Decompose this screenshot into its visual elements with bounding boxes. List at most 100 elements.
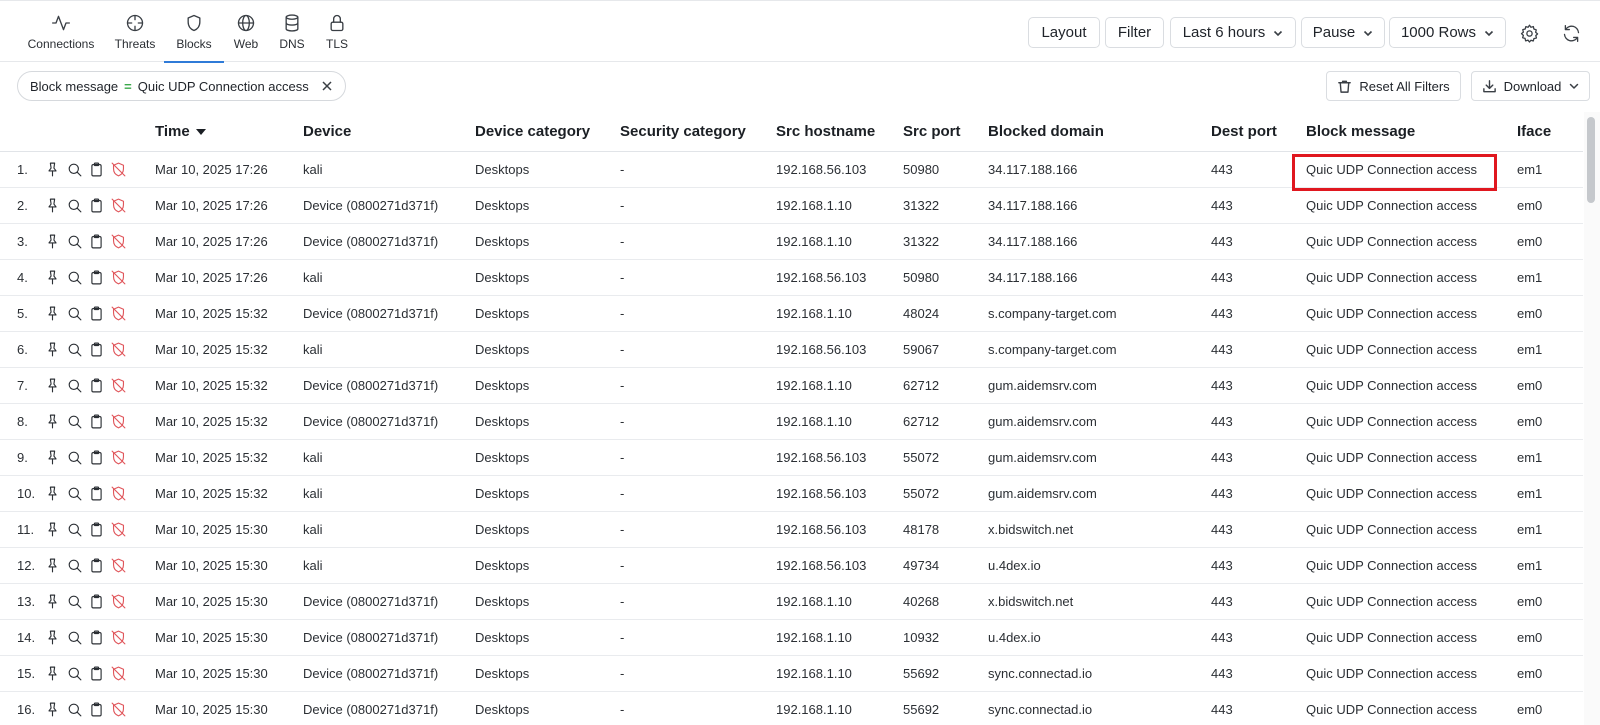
inspect-row-button[interactable] <box>66 341 83 358</box>
filter-button[interactable]: Filter <box>1105 17 1164 48</box>
table-row[interactable]: 15. Mar 10, 2025 15:30 Device (0800271d371… <box>0 656 1583 692</box>
settings-button[interactable] <box>1515 19 1543 47</box>
copy-row-button[interactable] <box>88 161 105 178</box>
column-header-device[interactable]: Device <box>303 112 351 151</box>
table-row[interactable]: 1. Mar 10, 2025 17:26 kali Desktops - 192.168… <box>0 152 1583 188</box>
copy-row-button[interactable] <box>88 593 105 610</box>
copy-row-button[interactable] <box>88 521 105 538</box>
copy-row-button[interactable] <box>88 557 105 574</box>
column-header-blocked-domain[interactable]: Blocked domain <box>988 112 1104 151</box>
pin-row-button[interactable] <box>44 665 61 682</box>
column-header-src-port[interactable]: Src port <box>903 112 961 151</box>
copy-row-button[interactable] <box>88 701 105 718</box>
unblock-row-button[interactable] <box>110 449 127 466</box>
download-button[interactable]: Download <box>1471 71 1590 101</box>
table-row[interactable]: 7. Mar 10, 2025 15:32 Device (0800271d371f… <box>0 368 1583 404</box>
table-row[interactable]: 5. Mar 10, 2025 15:32 Device (0800271d371f… <box>0 296 1583 332</box>
column-header-iface[interactable]: Iface <box>1517 112 1551 151</box>
inspect-row-button[interactable] <box>66 413 83 430</box>
inspect-row-button[interactable] <box>66 485 83 502</box>
inspect-row-button[interactable] <box>66 269 83 286</box>
close-icon[interactable] <box>321 80 333 92</box>
pin-row-button[interactable] <box>44 197 61 214</box>
pin-row-button[interactable] <box>44 629 61 646</box>
pin-row-button[interactable] <box>44 557 61 574</box>
active-filter-chip[interactable]: Block message = Quic UDP Connection acce… <box>17 71 346 101</box>
unblock-row-button[interactable] <box>110 629 127 646</box>
copy-row-button[interactable] <box>88 377 105 394</box>
inspect-row-button[interactable] <box>66 701 83 718</box>
unblock-row-button[interactable] <box>110 485 127 502</box>
pin-row-button[interactable] <box>44 161 61 178</box>
unblock-row-button[interactable] <box>110 233 127 250</box>
table-row[interactable]: 11. Mar 10, 2025 15:30 kali Desktops - 192.16… <box>0 512 1583 548</box>
pause-select[interactable]: Pause <box>1301 17 1385 48</box>
table-row[interactable]: 12. Mar 10, 2025 15:30 kali Desktops - 192.16… <box>0 548 1583 584</box>
inspect-row-button[interactable] <box>66 377 83 394</box>
copy-row-button[interactable] <box>88 629 105 646</box>
tab-connections[interactable]: Connections <box>16 1 106 62</box>
copy-row-button[interactable] <box>88 341 105 358</box>
tab-threats[interactable]: Threats <box>106 1 164 62</box>
table-row[interactable]: 16. Mar 10, 2025 15:30 Device (0800271d371… <box>0 692 1583 725</box>
table-row[interactable]: 3. Mar 10, 2025 17:26 Device (0800271d371f… <box>0 224 1583 260</box>
column-header-block-message[interactable]: Block message <box>1306 112 1415 151</box>
inspect-row-button[interactable] <box>66 665 83 682</box>
unblock-row-button[interactable] <box>110 665 127 682</box>
table-row[interactable]: 8. Mar 10, 2025 15:32 Device (0800271d371f… <box>0 404 1583 440</box>
copy-row-button[interactable] <box>88 197 105 214</box>
unblock-row-button[interactable] <box>110 161 127 178</box>
inspect-row-button[interactable] <box>66 197 83 214</box>
table-row[interactable]: 2. Mar 10, 2025 17:26 Device (0800271d371f… <box>0 188 1583 224</box>
scrollbar-track[interactable] <box>1584 112 1600 725</box>
pin-row-button[interactable] <box>44 269 61 286</box>
column-header-device-category[interactable]: Device category <box>475 112 590 151</box>
inspect-row-button[interactable] <box>66 629 83 646</box>
unblock-row-button[interactable] <box>110 269 127 286</box>
inspect-row-button[interactable] <box>66 593 83 610</box>
table-row[interactable]: 13. Mar 10, 2025 15:30 Device (0800271d371… <box>0 584 1583 620</box>
pin-row-button[interactable] <box>44 341 61 358</box>
table-row[interactable]: 14. Mar 10, 2025 15:30 Device (0800271d371… <box>0 620 1583 656</box>
unblock-row-button[interactable] <box>110 197 127 214</box>
inspect-row-button[interactable] <box>66 161 83 178</box>
tab-dns[interactable]: DNS <box>268 1 316 62</box>
pin-row-button[interactable] <box>44 701 61 718</box>
unblock-row-button[interactable] <box>110 377 127 394</box>
column-header-time[interactable]: Time <box>155 112 206 151</box>
pin-row-button[interactable] <box>44 593 61 610</box>
reset-filters-button[interactable]: Reset All Filters <box>1326 71 1461 101</box>
unblock-row-button[interactable] <box>110 701 127 718</box>
table-row[interactable]: 10. Mar 10, 2025 15:32 kali Desktops - 192.16… <box>0 476 1583 512</box>
pin-row-button[interactable] <box>44 377 61 394</box>
column-header-security-category[interactable]: Security category <box>620 112 746 151</box>
refresh-button[interactable] <box>1557 19 1585 47</box>
column-header-dest-port[interactable]: Dest port <box>1211 112 1277 151</box>
inspect-row-button[interactable] <box>66 233 83 250</box>
tab-web[interactable]: Web <box>224 1 268 62</box>
copy-row-button[interactable] <box>88 269 105 286</box>
inspect-row-button[interactable] <box>66 449 83 466</box>
table-row[interactable]: 9. Mar 10, 2025 15:32 kali Desktops - 192.168… <box>0 440 1583 476</box>
pin-row-button[interactable] <box>44 305 61 322</box>
pin-row-button[interactable] <box>44 233 61 250</box>
pin-row-button[interactable] <box>44 485 61 502</box>
unblock-row-button[interactable] <box>110 557 127 574</box>
table-row[interactable]: 4. Mar 10, 2025 17:26 kali Desktops - 192.168… <box>0 260 1583 296</box>
layout-button[interactable]: Layout <box>1028 17 1100 48</box>
inspect-row-button[interactable] <box>66 557 83 574</box>
unblock-row-button[interactable] <box>110 593 127 610</box>
copy-row-button[interactable] <box>88 665 105 682</box>
pin-row-button[interactable] <box>44 521 61 538</box>
unblock-row-button[interactable] <box>110 521 127 538</box>
unblock-row-button[interactable] <box>110 413 127 430</box>
rows-select[interactable]: 1000 Rows <box>1389 17 1506 48</box>
time-range-select[interactable]: Last 6 hours <box>1170 17 1296 48</box>
inspect-row-button[interactable] <box>66 521 83 538</box>
copy-row-button[interactable] <box>88 413 105 430</box>
tab-tls[interactable]: TLS <box>316 1 358 62</box>
scrollbar-thumb[interactable] <box>1587 117 1595 203</box>
inspect-row-button[interactable] <box>66 305 83 322</box>
copy-row-button[interactable] <box>88 233 105 250</box>
pin-row-button[interactable] <box>44 449 61 466</box>
